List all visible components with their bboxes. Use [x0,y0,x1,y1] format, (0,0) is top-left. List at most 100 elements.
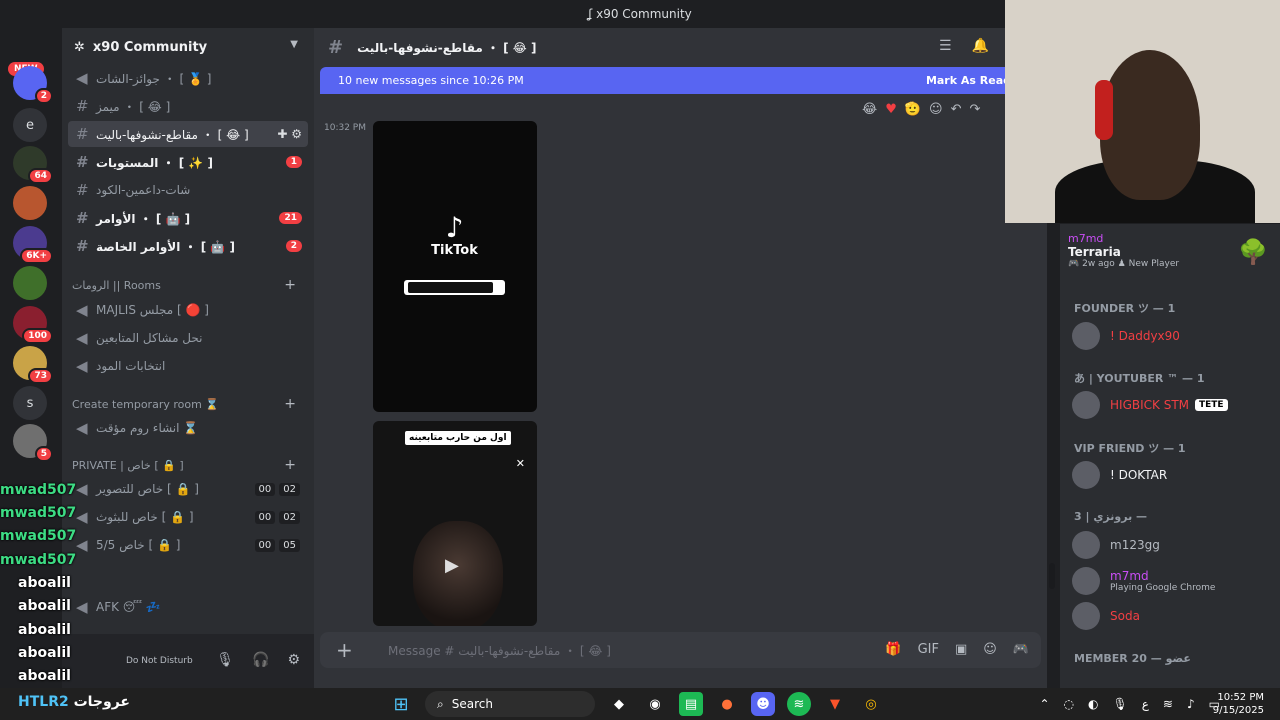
obs-icon[interactable]: ◉ [643,692,667,716]
play-icon[interactable]: ▶ [445,555,459,576]
hash-icon: # [76,153,89,171]
player-icon: ♟ [1117,259,1126,269]
reply-icon[interactable]: ↶ [951,102,962,117]
gif-icon[interactable]: GIF [918,642,939,657]
message-input[interactable]: Message # مقاطع-نشوفها-باليت ・ [ 😂 ] [388,642,611,659]
wifi-icon[interactable]: ≋ [1163,697,1173,711]
copilot-icon[interactable]: ◆ [607,692,631,716]
server-icon[interactable] [13,266,47,300]
member-item[interactable]: m7md Playing Google Chrome [1072,565,1272,597]
discord-icon[interactable]: ☻ [751,692,775,716]
chevron-up-icon[interactable]: ⌃ [1039,697,1049,711]
voice-channel[interactable]: ◀ انتخابات المود [68,353,308,379]
server-icon[interactable]: 5 [13,424,53,462]
channel-item-active[interactable]: # مقاطع-نشوفها-باليت ・ [ 😂 ] ✚ ⚙ [68,121,308,147]
voice-channel[interactable]: ◀ MAJLIS مجلس [ 🔴 ] [68,297,308,323]
voice-channel[interactable]: ◀ نحل مشاكل المتابعين [68,325,308,351]
channel-item[interactable]: # شات-داعمين-الكود [68,177,308,203]
sticker-icon[interactable]: ▣ [955,642,967,657]
gamepad-icon[interactable]: 🎮 [1013,642,1029,657]
activity-card[interactable]: m7md Terraria 🎮 2w ago ♟ New Player 🌳 [1068,232,1272,284]
threads-icon[interactable]: ☰ [939,38,952,54]
spotify-icon[interactable]: ≋ [787,692,811,716]
overlay-username: aboalil [18,575,71,591]
channel-item[interactable]: # الأوامر ・ [ 🤖 ] 21 [68,205,308,231]
video-attachment[interactable]: ♪ TikTok [373,121,537,412]
search-icon: ⌕ [437,696,444,711]
chrome-icon[interactable]: ◎ [859,692,883,716]
avatar [1072,391,1100,419]
heart-reaction-icon[interactable]: ♥ [885,102,897,117]
member-item[interactable]: Soda [1072,600,1272,632]
gear-icon[interactable]: ⚙ [287,652,300,668]
gear-icon: ✲ [74,39,85,55]
tiktok-label: TikTok [431,243,478,258]
channel-item[interactable]: ◀ جوائز-الشات ・ [ 🏅 ] [68,65,308,91]
role-header: VIP FRIEND ツ — 1 [1074,442,1186,455]
mark-as-read-button[interactable]: Mark As Read [926,74,1011,87]
tray-icon[interactable]: ◌ [1064,697,1074,711]
member-item[interactable]: m123gg [1072,529,1272,561]
member-item[interactable]: ! DOKTAR [1072,459,1272,491]
category-temp[interactable]: Create temporary room ⌛ + [72,394,304,414]
microphone-icon[interactable]: 🎙 [216,652,234,668]
category-rooms[interactable]: الرومات || Rooms + [72,275,304,295]
server-icon[interactable]: 6K+ [13,226,53,264]
webcam-overlay [1005,0,1280,223]
add-channel-icon[interactable]: + [284,277,296,293]
clock[interactable]: 10:52 PM 9/15/2025 [1213,691,1264,717]
overlay-username: mwad507 [0,528,77,544]
server-icon[interactable]: s [13,386,47,420]
server-badge: 64 [28,168,53,184]
server-icon[interactable]: 64 [13,146,53,184]
server-icon[interactable]: 2 [13,66,53,104]
laugh-reaction-icon[interactable]: 😂 [862,102,877,117]
role-header: MEMBER 20 — عضو [1074,652,1191,665]
steam-icon[interactable]: ◐ [1088,697,1098,711]
microphone-icon[interactable]: 🎙 [1113,697,1128,711]
guild-header[interactable]: ✲ x90 Community ▼ [62,28,314,66]
emoji-icon[interactable]: ☺ [983,642,997,657]
gift-icon[interactable]: 🎁 [885,642,901,657]
add-channel-icon[interactable]: + [284,457,296,473]
server-icon[interactable]: e [13,108,47,142]
channel-item[interactable]: # ميمز ・ [ 😂 ] [68,93,308,119]
message-composer[interactable]: + Message # مقاطع-نشوفها-باليت ・ [ 😂 ] 🎁… [320,632,1041,668]
server-icon[interactable]: 73 [13,346,53,384]
firefox-icon[interactable]: ● [715,692,739,716]
guild-name: x90 Community [92,39,208,55]
chat-channel-name: مقاطع-نشوفها-باليت ・ [ 😂 ] [357,40,537,55]
add-attachment-icon[interactable]: + [336,638,372,662]
member-item[interactable]: HIGBICK STM TETE [1072,389,1272,421]
category-private[interactable]: PRIVATE | خاص [ 🔒 ] + [72,455,304,475]
server-icon[interactable]: 100 [13,306,53,344]
avatar [1072,461,1100,489]
mention-badge: 2 [285,240,302,252]
video-attachment[interactable]: اول من حارب متابعينه ✕ ▶ [373,421,537,626]
windows-start-icon[interactable]: ⊞ [389,692,413,716]
hash-icon: # [328,36,344,58]
stream-ticker: HTLR2 عروجات [18,694,130,710]
add-channel-icon[interactable]: + [284,396,296,412]
taskbar-search[interactable]: ⌕ Search [425,691,595,717]
channel-item[interactable]: # الأوامر الخاصة ・ [ 🤖 ] 2 [68,233,308,259]
bell-icon[interactable]: 🔔 [972,38,989,54]
voice-channel[interactable]: ◀ انشاء روم مؤقت ⌛ [68,415,308,441]
add-reaction-icon[interactable]: ☺ [929,102,943,117]
server-icon[interactable] [13,186,47,220]
language-icon[interactable]: ع [1142,697,1149,711]
member-item[interactable]: ! Daddyx90 [1072,320,1272,352]
brave-icon[interactable]: ▼ [823,692,847,716]
discord-logo-icon: ʆ [588,7,593,21]
new-messages-bar[interactable]: 10 new messages since 10:26 PM Mark As R… [320,67,1011,94]
headphones-icon[interactable]: 🎧 [252,652,269,668]
channel-item[interactable]: # المستويات ・ [ ✨ ] 1 [68,149,308,175]
forward-icon[interactable]: ↷ [970,102,981,117]
user-limit: 00 02 [254,510,300,524]
settings-icon[interactable]: ✚ ⚙ [277,127,302,141]
role-header: برونزي | 3 — [1074,510,1148,523]
volume-icon[interactable]: ♪ [1187,697,1195,711]
chat-app-icon[interactable]: ▤ [679,692,703,716]
emoji-reaction-icon[interactable]: 🫡 [905,102,921,117]
scrollbar[interactable] [1049,563,1055,589]
